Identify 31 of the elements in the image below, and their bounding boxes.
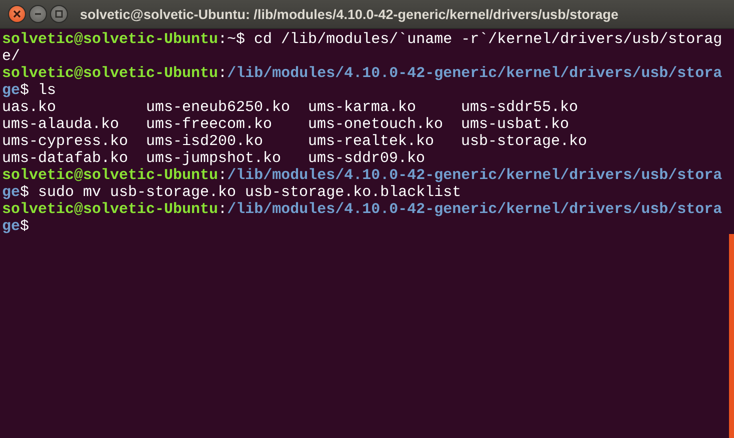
maximize-button[interactable] <box>50 5 68 23</box>
file-name: ums-sddr55.ko <box>461 99 578 116</box>
terminal-line: ge$ sudo mv usb-storage.ko usb-storage.ko.blacklist <box>2 184 462 201</box>
file-name: ums-karma.ko <box>308 99 416 116</box>
close-icon <box>13 10 21 18</box>
file-name: ums-onetouch.ko <box>308 116 444 133</box>
terminal-line: ge$ ls <box>2 82 56 99</box>
terminal-line: solvetic@solvetic-Ubuntu:~$ cd /lib/modules/`uname -r`/kernel/drivers/usb/storag <box>2 31 722 48</box>
file-name: usb-storage.ko <box>461 133 588 150</box>
file-name: ums-eneub6250.ko <box>146 99 290 116</box>
file-name: ums-usbat.ko <box>461 116 570 133</box>
file-name: ums-isd200.ko <box>146 133 264 150</box>
terminal-line: solvetic@solvetic-Ubuntu:/lib/modules/4.10.0-42-generic/kernel/drivers/usb/stora <box>2 167 722 184</box>
file-name: ums-datafab.ko <box>2 150 128 167</box>
file-name: ums-freecom.ko <box>146 116 272 133</box>
minimize-button[interactable] <box>29 5 47 23</box>
terminal-line: e/ <box>2 48 20 65</box>
file-name: ums-jumpshot.ko <box>146 150 282 167</box>
terminal-line: solvetic@solvetic-Ubuntu:/lib/modules/4.10.0-42-generic/kernel/drivers/usb/stora <box>2 201 722 218</box>
minimize-icon <box>34 10 42 18</box>
file-name: ums-sddr09.ko <box>308 150 426 167</box>
terminal-line: ge$ <box>2 218 30 235</box>
window-title: solvetic@solvetic-Ubuntu: /lib/modules/4.10.0-42-generic/kernel/drivers/usb/storage <box>80 6 618 22</box>
close-button[interactable] <box>8 5 26 23</box>
file-name: ums-realtek.ko <box>308 133 434 150</box>
file-name: ums-alauda.ko <box>2 116 120 133</box>
maximize-icon <box>55 10 63 18</box>
scrollbar-thumb[interactable] <box>729 234 734 438</box>
terminal-line: solvetic@solvetic-Ubuntu:/lib/modules/4.10.0-42-generic/kernel/drivers/usb/stora <box>2 65 722 82</box>
file-name: ums-cypress.ko <box>2 133 128 150</box>
file-name: uas.ko <box>2 99 56 116</box>
